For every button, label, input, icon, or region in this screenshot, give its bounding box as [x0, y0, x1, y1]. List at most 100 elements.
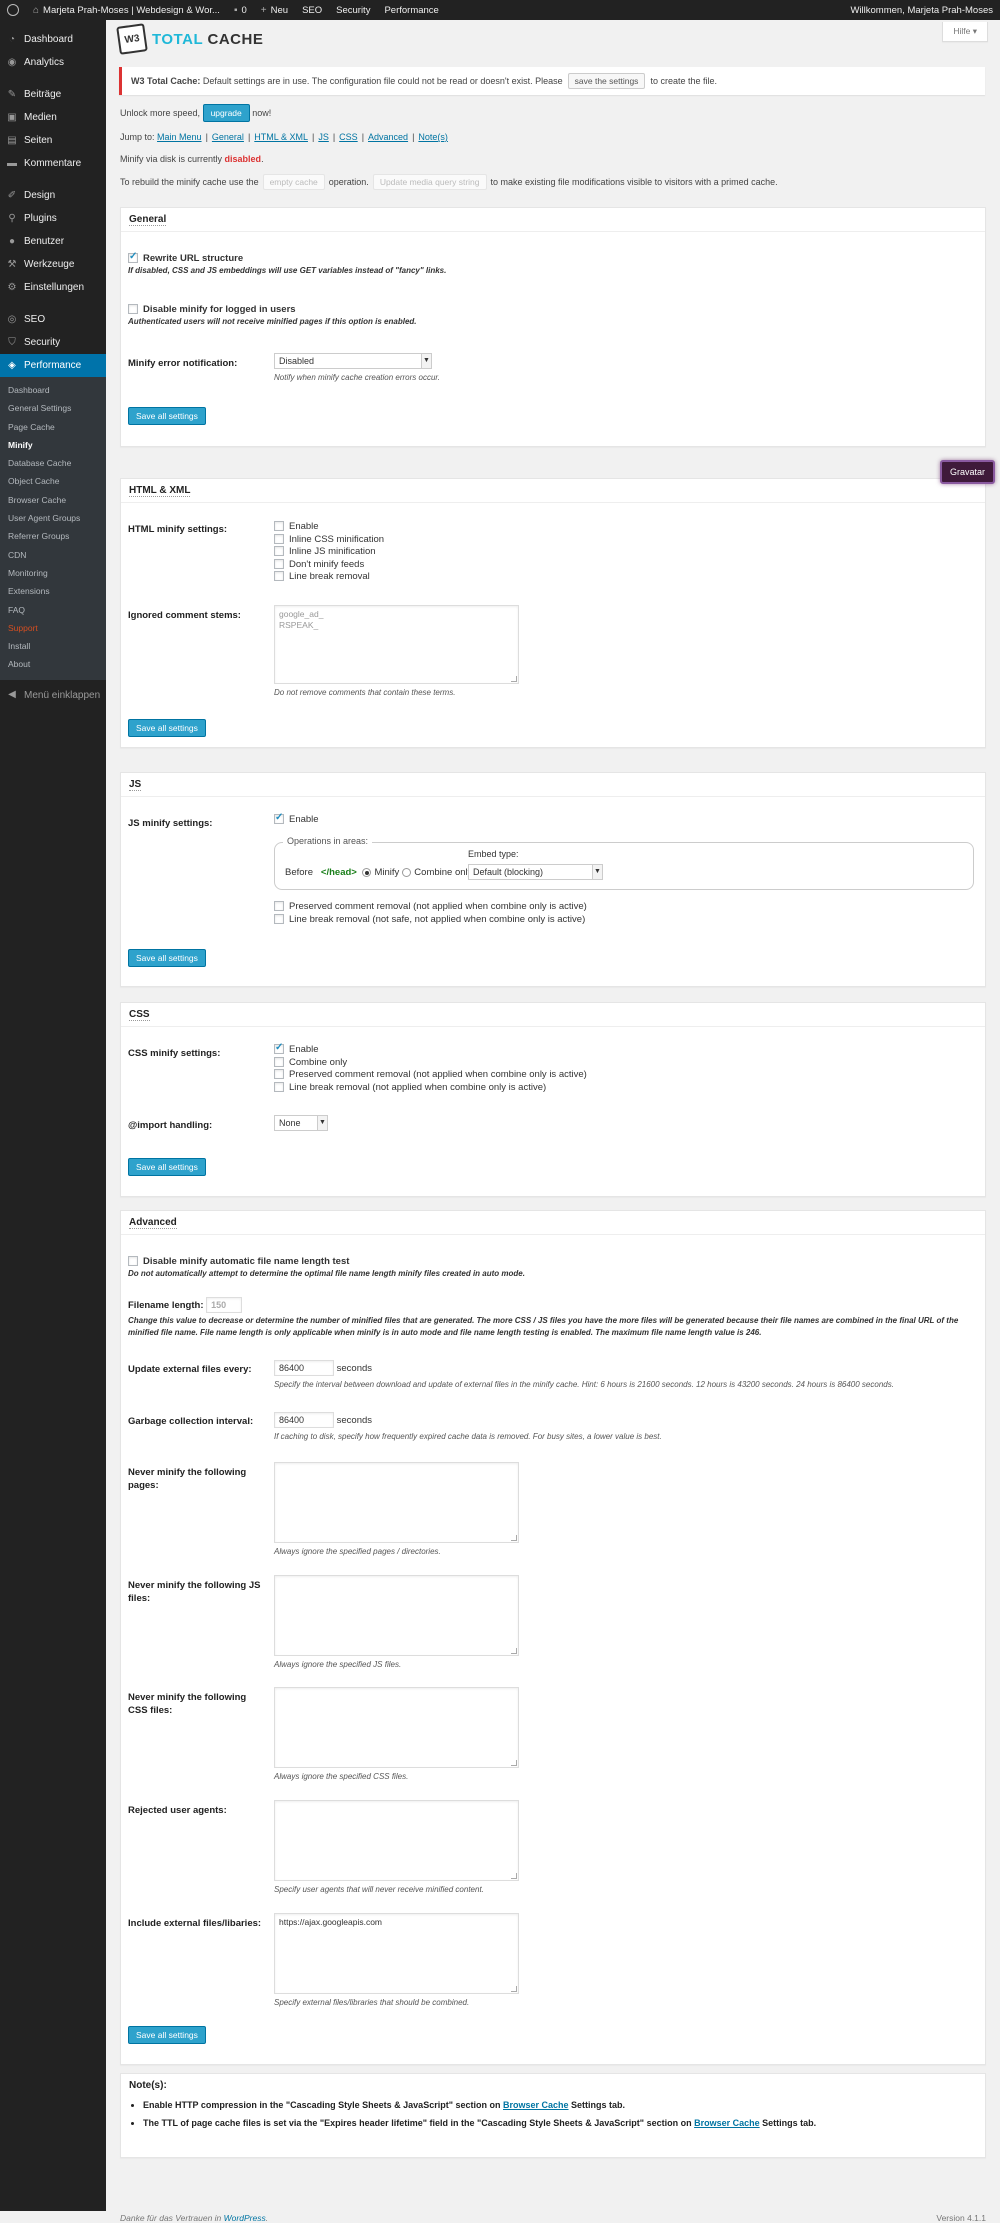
sidebar-item-security[interactable]: ⛉ Security: [0, 331, 106, 354]
submenu-item-monitoring[interactable]: Monitoring: [0, 564, 106, 582]
gravatar-popup[interactable]: Gravatar: [940, 460, 996, 484]
site-name-link[interactable]: ⌂ Marjeta Prah-Moses | Webdesign & Wor...: [26, 0, 227, 20]
jump-link-js[interactable]: JS: [318, 132, 329, 142]
jump-link-general[interactable]: General: [212, 132, 244, 142]
account-menu[interactable]: Willkommen, Marjeta Prah-Moses: [843, 0, 1000, 20]
submenu-item-install[interactable]: Install: [0, 637, 106, 655]
update-external-input[interactable]: 86400: [274, 1360, 334, 1376]
combine-only-radio[interactable]: [402, 868, 412, 877]
jump-link-advanced[interactable]: Advanced: [368, 132, 408, 142]
gc-interval-input[interactable]: 86400: [274, 1412, 334, 1428]
submenu-item-browser-cache[interactable]: Browser Cache: [0, 491, 106, 509]
seo-menu-link[interactable]: SEO: [295, 0, 329, 20]
help-tab-button[interactable]: Hilfe ▾: [942, 22, 988, 42]
submenu-item-object-cache[interactable]: Object Cache: [0, 472, 106, 490]
js-preserved-comment-checkbox[interactable]: [274, 901, 284, 912]
never-css-textarea[interactable]: [274, 1687, 519, 1768]
sidebar-item-comments[interactable]: ▬ Kommentare: [0, 152, 106, 175]
rewrite-url-checkbox[interactable]: [128, 251, 138, 264]
error-notification-select[interactable]: Disabled ▼: [274, 353, 432, 369]
save-all-settings-button[interactable]: Save all settings: [128, 719, 206, 737]
css-line-break-checkbox[interactable]: [274, 1081, 284, 1092]
analytics-icon: ◉: [7, 56, 17, 68]
sidebar-item-plugins[interactable]: ⚲ Plugins: [0, 207, 106, 230]
submenu-item-general-settings[interactable]: General Settings: [0, 399, 106, 417]
submenu-item-referrer-groups[interactable]: Referrer Groups: [0, 527, 106, 545]
upgrade-button[interactable]: upgrade: [202, 104, 250, 122]
css-enable-checkbox[interactable]: [274, 1042, 284, 1055]
sidebar-item-label: Performance: [24, 360, 82, 371]
chevron-down-icon: ▼: [317, 1116, 327, 1130]
ignored-comment-textarea[interactable]: google_ad_ RSPEAK_: [274, 605, 519, 684]
seo-label: SEO: [302, 4, 323, 16]
sidebar-item-settings[interactable]: ⚙ Einstellungen: [0, 276, 106, 299]
submenu-item-page-cache[interactable]: Page Cache: [0, 418, 106, 436]
admin-sidebar: ◔ Dashboard ◉ Analytics ✎ Beiträge ▣ Medien …: [0, 20, 106, 2211]
save-all-settings-button[interactable]: Save all settings: [128, 949, 206, 967]
submenu-item-dashboard[interactable]: Dashboard: [0, 381, 106, 399]
sidebar-item-pages[interactable]: ▤ Seiten: [0, 129, 106, 152]
submenu-item-user-agent-groups[interactable]: User Agent Groups: [0, 509, 106, 527]
submenu-item-database-cache[interactable]: Database Cache: [0, 454, 106, 472]
resize-grip-icon: [511, 676, 517, 682]
minify-radio[interactable]: [362, 868, 372, 877]
html-enable-checkbox[interactable]: [274, 521, 284, 532]
resize-grip-icon: [511, 1760, 517, 1766]
js-line-break-checkbox[interactable]: [274, 913, 284, 924]
sidebar-item-seo[interactable]: ◎ SEO: [0, 308, 106, 331]
browser-cache-link[interactable]: Browser Cache: [694, 2118, 760, 2128]
jump-link-css[interactable]: CSS: [339, 132, 358, 142]
comments-link[interactable]: ▪ 0: [227, 0, 254, 20]
new-content-link[interactable]: + Neu: [254, 0, 295, 20]
save-all-settings-button[interactable]: Save all settings: [128, 1158, 206, 1176]
sidebar-item-label: Werkzeuge: [24, 259, 75, 270]
css-combine-only-checkbox[interactable]: [274, 1056, 284, 1067]
filename-length-input[interactable]: 150: [206, 1297, 243, 1313]
jump-link-html-xml[interactable]: HTML & XML: [254, 132, 308, 142]
wordpress-link[interactable]: WordPress: [224, 2213, 266, 2223]
shield-icon: ⛉: [8, 336, 16, 348]
embed-type-select[interactable]: Default (blocking) ▼: [468, 864, 603, 880]
sidebar-item-tools[interactable]: ⚒ Werkzeuge: [0, 253, 106, 276]
css-preserved-comment-checkbox[interactable]: [274, 1069, 284, 1080]
never-js-textarea[interactable]: [274, 1575, 519, 1656]
performance-menu-link[interactable]: Performance: [377, 0, 445, 20]
include-external-desc: Specify external files/libraries that sh…: [274, 1998, 470, 2007]
update-media-query-button[interactable]: Update media query string: [372, 174, 487, 190]
submenu-item-cdn[interactable]: CDN: [0, 546, 106, 564]
submenu-item-support[interactable]: Support: [0, 619, 106, 637]
sidebar-item-posts[interactable]: ✎ Beiträge: [0, 83, 106, 106]
sidebar-item-users[interactable]: ● Benutzer: [0, 230, 106, 253]
disable-filename-test-checkbox[interactable]: [128, 1256, 138, 1267]
include-external-textarea[interactable]: https://ajax.googleapis.com: [274, 1913, 519, 1994]
empty-cache-button[interactable]: empty cache: [262, 174, 325, 190]
wordpress-logo-button[interactable]: [0, 0, 26, 20]
submenu-item-about[interactable]: About: [0, 655, 106, 673]
sidebar-item-analytics[interactable]: ◉ Analytics: [0, 51, 106, 74]
disable-logged-checkbox[interactable]: [128, 304, 138, 315]
save-all-settings-button[interactable]: Save all settings: [128, 407, 206, 425]
sidebar-item-dashboard[interactable]: ◔ Dashboard: [0, 28, 106, 51]
jump-link-main-menu[interactable]: Main Menu: [157, 132, 202, 142]
import-handling-select[interactable]: None ▼: [274, 1115, 328, 1131]
submenu-item-faq[interactable]: FAQ: [0, 601, 106, 619]
rejected-agents-textarea[interactable]: [274, 1800, 519, 1881]
inline-js-checkbox[interactable]: [274, 546, 284, 557]
embed-type-label: Embed type:: [468, 849, 519, 859]
jump-link-notes[interactable]: Note(s): [418, 132, 448, 142]
submenu-item-extensions[interactable]: Extensions: [0, 582, 106, 600]
sidebar-item-media[interactable]: ▣ Medien: [0, 106, 106, 129]
dont-minify-feeds-checkbox[interactable]: [274, 558, 284, 569]
never-pages-textarea[interactable]: [274, 1462, 519, 1543]
save-all-settings-button[interactable]: Save all settings: [128, 2026, 206, 2044]
security-menu-link[interactable]: Security: [329, 0, 377, 20]
js-enable-checkbox[interactable]: [274, 812, 284, 825]
inline-css-checkbox[interactable]: [274, 533, 284, 544]
submenu-item-minify[interactable]: Minify: [0, 436, 106, 454]
collapse-menu-button[interactable]: ◀ Menü einklappen: [0, 684, 106, 707]
sidebar-item-performance[interactable]: ◈ Performance: [0, 354, 106, 377]
html-line-break-checkbox[interactable]: [274, 571, 284, 582]
save-settings-button[interactable]: save the settings: [567, 73, 646, 89]
sidebar-item-design[interactable]: ✐ Design: [0, 184, 106, 207]
browser-cache-link[interactable]: Browser Cache: [503, 2100, 569, 2110]
